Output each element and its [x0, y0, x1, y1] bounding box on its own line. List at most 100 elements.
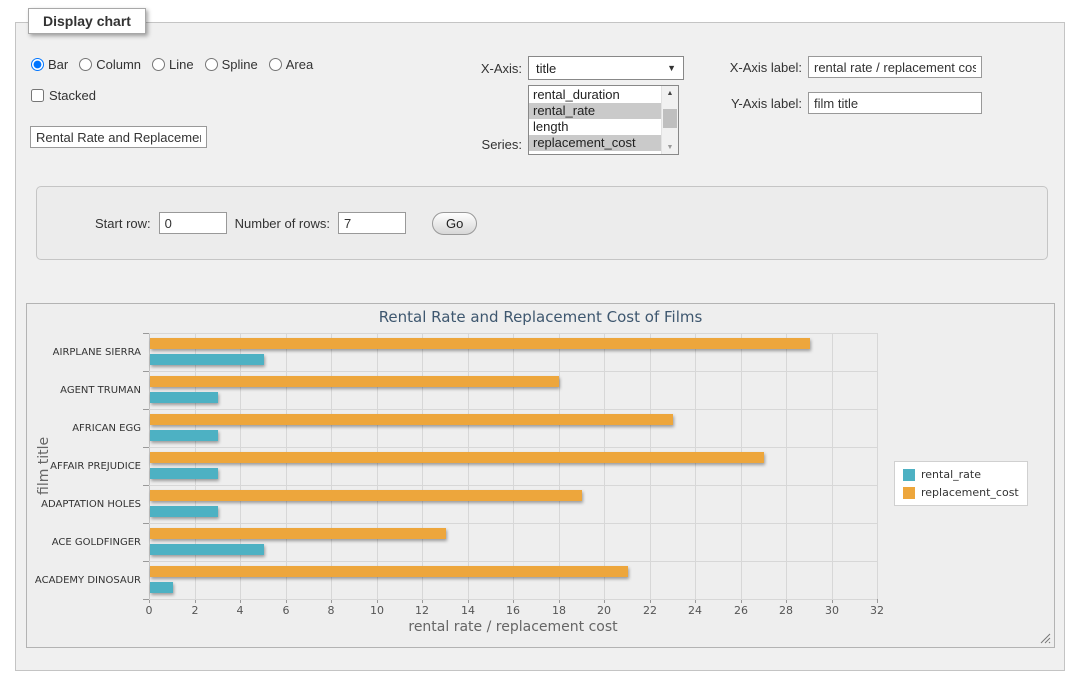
resize-handle-icon[interactable] [1040, 633, 1051, 644]
x-tick-label: 26 [726, 604, 756, 617]
radio-label: Column [96, 57, 141, 72]
x-tick-label: 4 [225, 604, 255, 617]
category-labels: AIRPLANE SIERRAAGENT TRUMANAFRICAN EGGAF… [27, 333, 143, 599]
radio-spline[interactable] [205, 58, 218, 71]
bar-replacement_cost[interactable] [150, 490, 582, 501]
x-axis-label-input[interactable] [808, 56, 982, 78]
stacked-option[interactable]: Stacked [31, 88, 96, 103]
chart-type-line[interactable]: Line [152, 57, 194, 72]
chart-title-input[interactable] [30, 126, 207, 148]
legend-label: replacement_cost [921, 486, 1019, 499]
y-tick-mark [143, 333, 149, 334]
gridline [422, 333, 423, 599]
gridline [149, 371, 877, 372]
gridline [468, 333, 469, 599]
gridline [604, 333, 605, 599]
y-tick-mark [143, 485, 149, 486]
scroll-down-button[interactable]: ▼ [662, 140, 678, 154]
x-tick-label: 6 [271, 604, 301, 617]
series-options: rental_durationrental_ratelengthreplacem… [529, 86, 661, 154]
start-row-input[interactable] [159, 212, 227, 234]
number-of-rows-input[interactable] [338, 212, 406, 234]
bar-rental_rate[interactable] [150, 582, 173, 593]
category-label: AFFAIR PREJUDICE [27, 447, 141, 485]
x-tick-label: 10 [362, 604, 392, 617]
chart-type-spline[interactable]: Spline [205, 57, 258, 72]
bar-rental_rate[interactable] [150, 392, 218, 403]
x-axis-select-value: title [536, 61, 556, 76]
go-button[interactable]: Go [432, 212, 477, 235]
chart-legend: rental_rate replacement_cost [894, 461, 1028, 506]
scroll-up-button[interactable]: ▲ [662, 86, 678, 100]
x-tick-label: 8 [316, 604, 346, 617]
legend-item-rental_rate[interactable]: rental_rate [903, 468, 1019, 481]
gridline [149, 447, 877, 448]
x-axis-select[interactable]: title ▼ [528, 56, 684, 80]
x-axis-select-label: X-Axis: [410, 61, 522, 76]
legend-swatch [903, 469, 915, 481]
chart-type-area[interactable]: Area [269, 57, 313, 72]
series-scrollbar[interactable]: ▲ ▼ [661, 86, 678, 154]
radio-label: Bar [48, 57, 68, 72]
chart-title: Rental Rate and Replacement Cost of Film… [27, 308, 1054, 326]
bar-replacement_cost[interactable] [150, 566, 628, 577]
start-row-label: Start row: [95, 216, 151, 231]
bar-rental_rate[interactable] [150, 544, 264, 555]
y-tick-mark [143, 561, 149, 562]
gridline [149, 333, 877, 334]
y-tick-mark [143, 409, 149, 410]
gridline [195, 333, 196, 599]
series-listbox[interactable]: rental_durationrental_ratelengthreplacem… [528, 85, 679, 155]
stacked-label: Stacked [49, 88, 96, 103]
category-label: ACE GOLDFINGER [27, 523, 141, 561]
bar-replacement_cost[interactable] [150, 376, 559, 387]
gridline [650, 333, 651, 599]
x-axis-title: rental rate / replacement cost [149, 619, 877, 635]
bar-rental_rate[interactable] [150, 354, 264, 365]
x-tick-label: 0 [134, 604, 164, 617]
x-tick-label: 14 [453, 604, 483, 617]
gridline [149, 409, 877, 410]
radio-area[interactable] [269, 58, 282, 71]
chart-type-bar[interactable]: Bar [31, 57, 68, 72]
gridline [331, 333, 332, 599]
chart-type-column[interactable]: Column [79, 57, 141, 72]
gridline [513, 333, 514, 599]
series-option-replacement_cost[interactable]: replacement_cost [529, 135, 661, 151]
stacked-checkbox[interactable] [31, 89, 44, 102]
chevron-down-icon: ▼ [667, 63, 676, 73]
x-axis-label-caption: X-Axis label: [690, 60, 802, 75]
bar-replacement_cost[interactable] [150, 528, 446, 539]
series-option-rental_duration[interactable]: rental_duration [529, 87, 661, 103]
radio-label: Spline [222, 57, 258, 72]
category-label: AGENT TRUMAN [27, 371, 141, 409]
radio-bar[interactable] [31, 58, 44, 71]
radio-column[interactable] [79, 58, 92, 71]
page: Display chart BarColumnLineSplineArea St… [0, 0, 1081, 681]
series-select-label: Series: [410, 137, 522, 152]
radio-line[interactable] [152, 58, 165, 71]
chart-plot [149, 333, 877, 599]
scrollbar-track[interactable] [662, 100, 678, 140]
bar-replacement_cost[interactable] [150, 338, 810, 349]
gridline [149, 599, 877, 600]
series-option-length[interactable]: length [529, 119, 661, 135]
gridline [149, 485, 877, 486]
chart-container: Rental Rate and Replacement Cost of Film… [26, 303, 1055, 648]
x-tick-label: 2 [180, 604, 210, 617]
scrollbar-thumb[interactable] [663, 109, 677, 128]
legend-item-replacement_cost[interactable]: replacement_cost [903, 486, 1019, 499]
bar-rental_rate[interactable] [150, 430, 218, 441]
bar-rental_rate[interactable] [150, 506, 218, 517]
x-tick-label: 28 [771, 604, 801, 617]
series-option-rental_rate[interactable]: rental_rate [529, 103, 661, 119]
y-axis-label-input[interactable] [808, 92, 982, 114]
x-tick-label: 12 [407, 604, 437, 617]
bar-rental_rate[interactable] [150, 468, 218, 479]
gridline [149, 333, 150, 599]
x-tick-label: 24 [680, 604, 710, 617]
bar-replacement_cost[interactable] [150, 414, 673, 425]
gridline [832, 333, 833, 599]
bar-replacement_cost[interactable] [150, 452, 764, 463]
gridline [741, 333, 742, 599]
